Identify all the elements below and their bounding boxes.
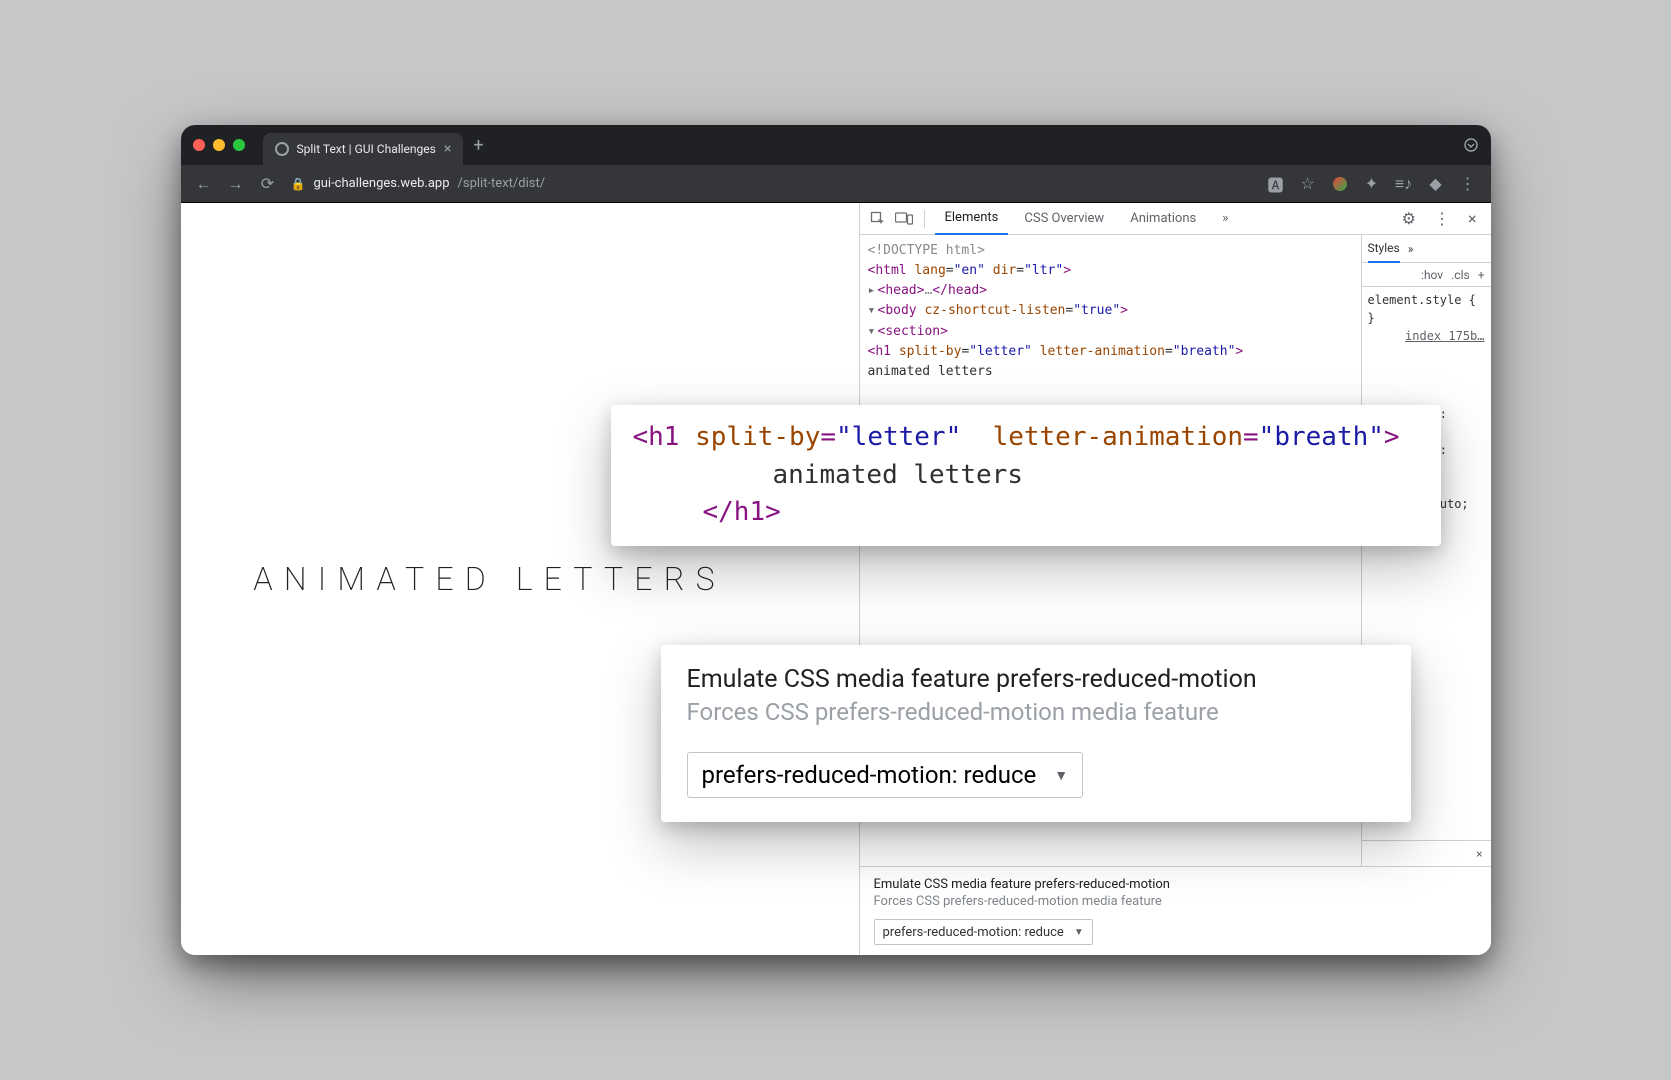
url-path: /split-text/dist/ <box>458 176 546 191</box>
dom-html-open: <html lang="en" dir="ltr"> <box>868 261 1361 281</box>
styles-add-rule[interactable]: + <box>1478 268 1485 282</box>
dom-h1-text: animated letters <box>868 362 1361 382</box>
address-bar[interactable]: 🔒 gui-challenges.web.app/split-text/dist… <box>291 176 546 191</box>
rendering-drawer: Emulate CSS media feature prefers-reduce… <box>860 866 1491 955</box>
back-button[interactable]: ← <box>195 175 213 193</box>
inspect-element-icon[interactable] <box>868 209 888 229</box>
close-window-button[interactable] <box>193 139 205 151</box>
styles-cls[interactable]: .cls <box>1451 268 1470 282</box>
devtools-tab-more[interactable]: » <box>1212 203 1238 235</box>
dom-doctype: <!DOCTYPE html> <box>868 241 1361 261</box>
chrome-menu-button[interactable]: ⋮ <box>1459 175 1477 193</box>
rendering-callout-select-value: prefers-reduced-motion: reduce <box>702 761 1037 789</box>
devtools-tab-css-overview[interactable]: CSS Overview <box>1014 203 1114 235</box>
rendering-callout-subtitle: Forces CSS prefers-reduced-motion media … <box>687 698 1385 726</box>
browser-tab[interactable]: Split Text | GUI Challenges × <box>263 133 464 165</box>
devtools-tab-elements[interactable]: Elements <box>935 203 1009 235</box>
lock-icon: 🔒 <box>291 177 306 191</box>
styles-filter-bar: :hov .cls + <box>1362 263 1491 287</box>
rendering-callout: Emulate CSS media feature prefers-reduce… <box>661 645 1411 822</box>
new-tab-button[interactable]: + <box>463 135 493 156</box>
styles-hov[interactable]: :hov <box>1421 268 1443 282</box>
styles-tab-more[interactable]: » <box>1408 242 1414 256</box>
code-callout-line-text: animated letters <box>633 457 1419 495</box>
rendered-page: ANIMATED LETTERS <box>181 203 859 955</box>
profile-icon[interactable]: ◆ <box>1427 175 1445 193</box>
chevron-down-icon: ▼ <box>1074 927 1084 938</box>
rendering-subtitle: Forces CSS prefers-reduced-motion media … <box>874 894 1477 909</box>
reading-list-icon[interactable]: ≡♪ <box>1395 175 1413 193</box>
page-headline: ANIMATED LETTERS <box>253 560 726 598</box>
minimize-window-button[interactable] <box>213 139 225 151</box>
devtools-tab-animations[interactable]: Animations <box>1120 203 1206 235</box>
devtools-close-button[interactable]: × <box>1462 209 1483 228</box>
rendering-callout-select[interactable]: prefers-reduced-motion: reduce ▼ <box>687 752 1084 798</box>
element-style-open: element.style { <box>1368 291 1485 309</box>
translate-icon[interactable]: 🅰 <box>1267 175 1285 193</box>
dom-body-open[interactable]: ▾<body cz-shortcut-listen="true"> <box>868 301 1361 321</box>
rendering-title: Emulate CSS media feature prefers-reduce… <box>874 877 1477 892</box>
reload-button[interactable]: ⟳ <box>259 175 277 193</box>
devtools-menu-button[interactable]: ⋮ <box>1428 209 1456 228</box>
browser-window: Split Text | GUI Challenges × + ← → ⟳ 🔒 … <box>181 125 1491 955</box>
tab-overflow-button[interactable] <box>1463 137 1479 153</box>
forward-button[interactable]: → <box>227 175 245 193</box>
close-tab-button[interactable]: × <box>444 141 451 157</box>
window-controls <box>193 139 245 151</box>
extensions-menu-icon[interactable]: ✦ <box>1363 175 1381 193</box>
bookmark-icon[interactable]: ☆ <box>1299 175 1317 193</box>
tab-title: Split Text | GUI Challenges <box>297 142 436 156</box>
tab-strip: Split Text | GUI Challenges × + <box>181 125 1491 165</box>
extension-icon[interactable] <box>1331 175 1349 193</box>
devtools-tab-bar: Elements CSS Overview Animations » ⚙ ⋮ × <box>860 203 1491 235</box>
content-area: ANIMATED LETTERS Elements CSS Overview A… <box>181 203 1491 955</box>
code-callout-line-close: </h1> <box>633 494 1419 532</box>
toolbar-actions: 🅰 ☆ ✦ ≡♪ ◆ ⋮ <box>1267 175 1477 193</box>
maximize-window-button[interactable] <box>233 139 245 151</box>
styles-tab[interactable]: Styles <box>1368 235 1400 263</box>
styles-tab-bar: Styles » <box>1362 235 1491 263</box>
rendering-callout-title: Emulate CSS media feature prefers-reduce… <box>687 665 1385 694</box>
code-callout: <h1 split-by="letter" letter-animation="… <box>611 405 1441 546</box>
browser-toolbar: ← → ⟳ 🔒 gui-challenges.web.app/split-tex… <box>181 165 1491 203</box>
devtools-panel: Elements CSS Overview Animations » ⚙ ⋮ ×… <box>859 203 1491 955</box>
devtools-settings-icon[interactable]: ⚙ <box>1396 209 1422 228</box>
dom-head[interactable]: ▸<head>…</head> <box>868 281 1361 301</box>
chevron-down-icon: ▼ <box>1054 767 1068 784</box>
device-toolbar-icon[interactable] <box>894 209 914 229</box>
rendering-select-value: prefers-reduced-motion: reduce <box>883 925 1064 940</box>
element-style-close: } <box>1368 309 1485 327</box>
dom-h1-open[interactable]: <h1 split-by="letter" letter-animation="… <box>868 342 1361 362</box>
styles-source-link[interactable]: index 175b… <box>1368 327 1485 345</box>
styles-drawer-close[interactable]: × <box>1362 840 1491 866</box>
tab-favicon-icon <box>275 142 289 156</box>
url-domain: gui-challenges.web.app <box>313 176 449 191</box>
dom-section-open[interactable]: ▾<section> <box>868 322 1361 342</box>
code-callout-line-open: <h1 split-by="letter" letter-animation="… <box>633 419 1419 457</box>
rendering-select[interactable]: prefers-reduced-motion: reduce ▼ <box>874 919 1093 945</box>
